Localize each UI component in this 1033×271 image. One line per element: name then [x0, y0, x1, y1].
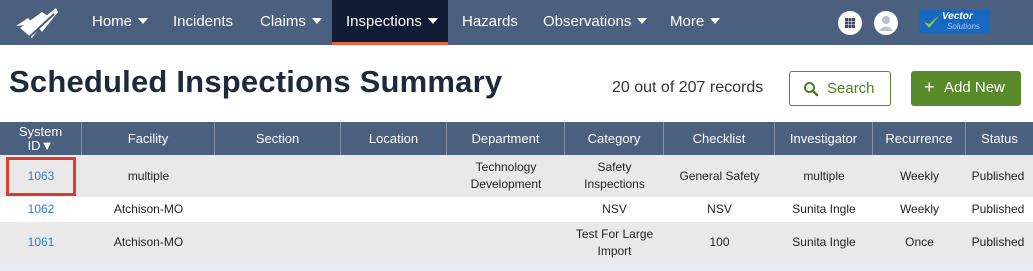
cell-system-id: 1062	[0, 197, 82, 222]
nav-hazards-label: Hazards	[462, 13, 518, 30]
nav-home[interactable]: Home	[92, 0, 149, 45]
cell-category: NSV	[602, 202, 627, 216]
cell-facility: multiple	[127, 168, 170, 183]
column-header-label: Facility	[127, 130, 169, 146]
column-header-system-id[interactable]: System ID▼	[0, 122, 82, 155]
brand-line-2: Solutions	[947, 22, 980, 31]
column-header-department[interactable]: Department	[447, 122, 565, 155]
column-header-status[interactable]: Status	[966, 122, 1033, 155]
add-new-button[interactable]: + Add New	[911, 71, 1021, 106]
cell-department	[452, 197, 560, 222]
nav-more-label: More	[670, 13, 705, 30]
nav-claims-label: Claims	[260, 13, 306, 30]
table-row[interactable]: 1062 Atchison-MO NSV NSV Sunita Ingle We…	[0, 197, 1033, 222]
nav-observations-label: Observations	[543, 13, 632, 30]
cell-system-id: 1061	[0, 222, 82, 263]
cell-status: Published	[971, 202, 1025, 216]
grid-apps-icon	[845, 18, 855, 28]
cell-department: Technology Development	[470, 160, 542, 191]
nav-hazards[interactable]: Hazards	[462, 0, 518, 45]
search-button[interactable]: Search	[789, 71, 891, 106]
column-header-label: Location	[368, 130, 419, 146]
search-icon	[804, 82, 819, 97]
search-button-label: Search	[827, 80, 875, 97]
nav-inspections-label: Inspections	[346, 13, 422, 30]
brand-swoosh-icon	[924, 15, 940, 28]
table-row[interactable]: 1063 multiple Technology Development Saf…	[0, 155, 1033, 197]
cell-category: Safety Inspections	[584, 160, 645, 191]
column-header-label: Recurrence	[885, 130, 953, 146]
cell-status: Published	[971, 235, 1025, 249]
chevron-down-icon	[710, 18, 721, 25]
app-logo-icon[interactable]	[14, 4, 60, 42]
column-header-facility[interactable]: Facility	[82, 122, 215, 155]
record-count: 20 out of 207 records	[612, 79, 764, 96]
vector-solutions-logo: Vector Solutions	[919, 10, 990, 33]
chevron-down-icon	[427, 18, 438, 25]
cell-investigator: Sunita Ingle	[792, 202, 856, 216]
cell-status: Published	[971, 168, 1025, 183]
cell-checklist: 100	[709, 235, 730, 249]
cell-recurrence: Weekly	[899, 168, 940, 183]
cell-location	[341, 197, 447, 222]
cell-recurrence: Once	[905, 235, 934, 249]
cell-section	[215, 222, 341, 263]
page-title: Scheduled Inspections Summary	[9, 64, 503, 99]
column-header-label: Department	[471, 130, 540, 146]
cell-location	[341, 155, 447, 197]
add-new-button-label: Add New	[944, 79, 1005, 96]
table-next-row-strip	[0, 263, 1033, 271]
column-header-recurrence[interactable]: Recurrence	[873, 122, 966, 155]
nav-more[interactable]: More	[670, 0, 721, 45]
cell-investigator: Sunita Ingle	[792, 235, 856, 249]
cell-recurrence: Weekly	[899, 202, 940, 216]
column-header-location[interactable]: Location	[341, 122, 447, 155]
cell-section	[215, 155, 341, 197]
column-header-section[interactable]: Section	[215, 122, 341, 155]
grid-apps-button[interactable]	[838, 11, 862, 35]
column-header-label: Investigator	[789, 130, 858, 146]
column-header-label: Section	[255, 130, 300, 146]
column-header-label: Status	[981, 130, 1018, 146]
column-header-label: Category	[587, 130, 641, 146]
chevron-down-icon	[311, 18, 322, 25]
cell-category: Test For Large Import	[575, 226, 654, 258]
user-avatar-icon	[879, 16, 893, 31]
nav-observations[interactable]: Observations	[543, 0, 648, 45]
top-navbar: Home Incidents Claims Inspections Hazard…	[0, 0, 1033, 45]
cell-facility: Atchison-MO	[113, 202, 184, 216]
user-menu-button[interactable]	[874, 11, 898, 35]
brand-line-1: Vector	[942, 11, 973, 22]
column-header-category[interactable]: Category	[565, 122, 664, 155]
system-id-link[interactable]: 1062	[28, 201, 55, 218]
column-header-checklist[interactable]: Checklist	[664, 122, 775, 155]
column-header-investigator[interactable]: Investigator	[775, 122, 873, 155]
cell-facility: Atchison-MO	[113, 235, 184, 249]
chevron-down-icon	[637, 18, 648, 25]
cell-section	[215, 197, 341, 222]
column-header-label: System ID▼	[18, 123, 63, 153]
nav-incidents-label: Incidents	[173, 13, 234, 30]
nav-home-label: Home	[92, 13, 133, 30]
table-row[interactable]: 1061 Atchison-MO Test For Large Import 1…	[0, 222, 1033, 263]
chevron-down-icon	[138, 18, 149, 25]
column-header-label: Checklist	[692, 130, 746, 146]
nav-inspections[interactable]: Inspections	[332, 0, 448, 45]
table-header: System ID▼ Facility Section Location Dep…	[0, 122, 1033, 155]
cell-checklist: General Safety	[679, 168, 760, 183]
cell-location	[341, 222, 447, 263]
plus-icon: +	[924, 77, 935, 97]
cell-department	[452, 222, 560, 263]
nav-incidents[interactable]: Incidents	[173, 0, 233, 45]
nav-claims[interactable]: Claims	[260, 0, 322, 45]
cell-checklist: NSV	[707, 202, 732, 216]
page: Home Incidents Claims Inspections Hazard…	[0, 0, 1033, 271]
system-id-link[interactable]: 1061	[28, 234, 55, 251]
cell-investigator: multiple	[803, 168, 845, 183]
highlight-annotation-box	[6, 157, 76, 196]
